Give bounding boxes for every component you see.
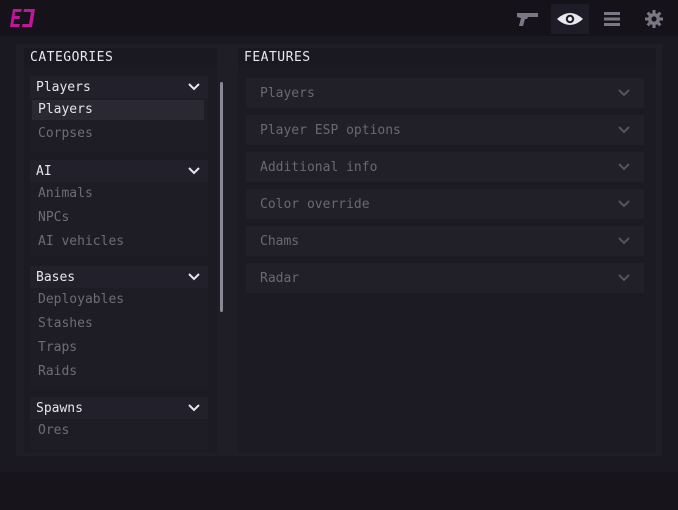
category-item-npcs[interactable]: NPCs bbox=[30, 206, 208, 230]
chevron-down-icon bbox=[188, 404, 200, 412]
group-header-bases[interactable]: Bases bbox=[30, 266, 208, 288]
category-item-animals[interactable]: Animals bbox=[30, 182, 208, 206]
feature-row-additional-info[interactable]: Additional info bbox=[246, 152, 644, 182]
eye-icon[interactable] bbox=[551, 4, 589, 34]
top-bar bbox=[0, 0, 678, 36]
group-label: Players bbox=[36, 79, 91, 95]
category-group-spawns: Spawns Ores bbox=[30, 397, 208, 450]
group-header-players[interactable]: Players bbox=[30, 76, 208, 98]
category-item-traps[interactable]: Traps bbox=[30, 336, 208, 360]
logo-icon bbox=[10, 9, 35, 27]
category-item-stashes[interactable]: Stashes bbox=[30, 312, 208, 336]
category-group-ai: AI Animals NPCs AI vehicles bbox=[30, 160, 208, 256]
group-header-spawns[interactable]: Spawns bbox=[30, 397, 208, 419]
category-item-ores[interactable]: Ores bbox=[30, 419, 208, 443]
feature-label: Players bbox=[260, 85, 315, 101]
feature-row-players[interactable]: Players bbox=[246, 78, 644, 108]
features-panel: FEATURES Players Player ESP options Addi… bbox=[238, 48, 656, 453]
bottom-bar bbox=[0, 472, 678, 510]
group-label: Bases bbox=[36, 269, 76, 285]
feature-label: Chams bbox=[260, 233, 300, 249]
chevron-down-icon bbox=[618, 237, 630, 245]
chevron-down-icon bbox=[188, 273, 200, 281]
feature-label: Radar bbox=[260, 270, 300, 286]
group-label: Spawns bbox=[36, 400, 83, 416]
group-header-ai[interactable]: AI bbox=[30, 160, 208, 182]
gear-icon[interactable] bbox=[635, 4, 673, 34]
categories-list[interactable]: Players Players Corpses AI Animals NPCs … bbox=[24, 74, 217, 450]
chevron-down-icon bbox=[618, 200, 630, 208]
feature-row-color-override[interactable]: Color override bbox=[246, 189, 644, 219]
category-item-corpses[interactable]: Corpses bbox=[30, 122, 208, 146]
chevron-down-icon bbox=[618, 126, 630, 134]
chevron-down-icon bbox=[618, 274, 630, 282]
feature-label: Additional info bbox=[260, 159, 378, 175]
categories-title: CATEGORIES bbox=[24, 48, 217, 68]
category-item-raids[interactable]: Raids bbox=[30, 360, 208, 384]
chevron-down-icon bbox=[618, 163, 630, 171]
category-group-bases: Bases Deployables Stashes Traps Raids bbox=[30, 266, 208, 388]
category-item-deployables[interactable]: Deployables bbox=[30, 288, 208, 312]
gun-icon[interactable] bbox=[509, 4, 547, 34]
categories-panel: CATEGORIES Players Players Corpses AI An… bbox=[24, 48, 223, 453]
features-title: FEATURES bbox=[238, 48, 656, 68]
feature-row-chams[interactable]: Chams bbox=[246, 226, 644, 256]
category-item-ai-vehicles[interactable]: AI vehicles bbox=[30, 230, 208, 254]
category-group-players: Players Players Corpses bbox=[30, 76, 208, 152]
feature-row-player-esp-options[interactable]: Player ESP options bbox=[246, 115, 644, 145]
group-label: AI bbox=[36, 163, 52, 179]
feature-label: Player ESP options bbox=[260, 122, 401, 138]
menu-icon[interactable] bbox=[593, 4, 631, 34]
chevron-down-icon bbox=[618, 89, 630, 97]
feature-label: Color override bbox=[260, 196, 370, 212]
categories-scrollbar[interactable] bbox=[220, 82, 223, 312]
main-content: CATEGORIES Players Players Corpses AI An… bbox=[16, 44, 662, 456]
app-window: CATEGORIES Players Players Corpses AI An… bbox=[0, 0, 678, 510]
chevron-down-icon bbox=[188, 83, 200, 91]
chevron-down-icon bbox=[188, 167, 200, 175]
category-item-players[interactable]: Players bbox=[32, 100, 204, 120]
feature-row-radar[interactable]: Radar bbox=[246, 263, 644, 293]
